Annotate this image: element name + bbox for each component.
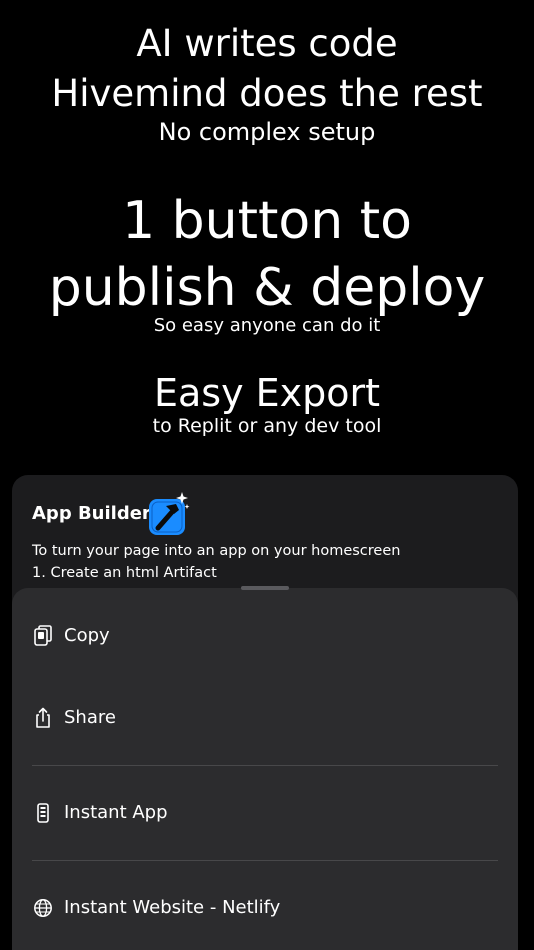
- headline-hivemind: Hivemind does the rest: [51, 72, 483, 115]
- instant-app-label: Instant App: [64, 802, 168, 823]
- share-icon: [32, 707, 54, 729]
- share-sheet: Copy Share Instant App Instant Website -…: [12, 586, 518, 950]
- share-label: Share: [64, 707, 116, 728]
- copy-label: Copy: [64, 625, 110, 646]
- instant-website-label: Instant Website - Netlify: [64, 897, 281, 918]
- subhead-export-target: to Replit or any dev tool: [152, 415, 382, 437]
- menu-divider: [32, 765, 498, 766]
- phone-icon: [32, 802, 54, 824]
- share-menu-item[interactable]: Share: [32, 696, 498, 740]
- headline-ai-writes-code: AI writes code: [136, 22, 398, 65]
- instant-website-menu-item[interactable]: Instant Website - Netlify: [32, 886, 498, 930]
- screen: AI writes code Hivemind does the rest No…: [0, 0, 534, 950]
- card-step-1: 1. Create an html Artifact: [32, 565, 217, 581]
- copy-icon: [32, 625, 54, 647]
- subhead-no-setup: No complex setup: [158, 118, 376, 146]
- headline-easy-export: Easy Export: [153, 371, 381, 415]
- globe-icon: [32, 897, 54, 919]
- hammer-sparkle-icon: [148, 492, 190, 536]
- copy-menu-item[interactable]: Copy: [32, 614, 498, 658]
- card-description: To turn your page into an app on your ho…: [32, 543, 401, 559]
- headline-one-button: 1 button to: [122, 191, 412, 251]
- card-title: App Builder: [32, 503, 151, 524]
- menu-divider: [32, 860, 498, 861]
- subhead-easy: So easy anyone can do it: [153, 315, 381, 336]
- sheet-grabber[interactable]: [241, 586, 289, 590]
- headline-publish-deploy: publish & deploy: [48, 258, 486, 318]
- instant-app-menu-item[interactable]: Instant App: [32, 791, 498, 835]
